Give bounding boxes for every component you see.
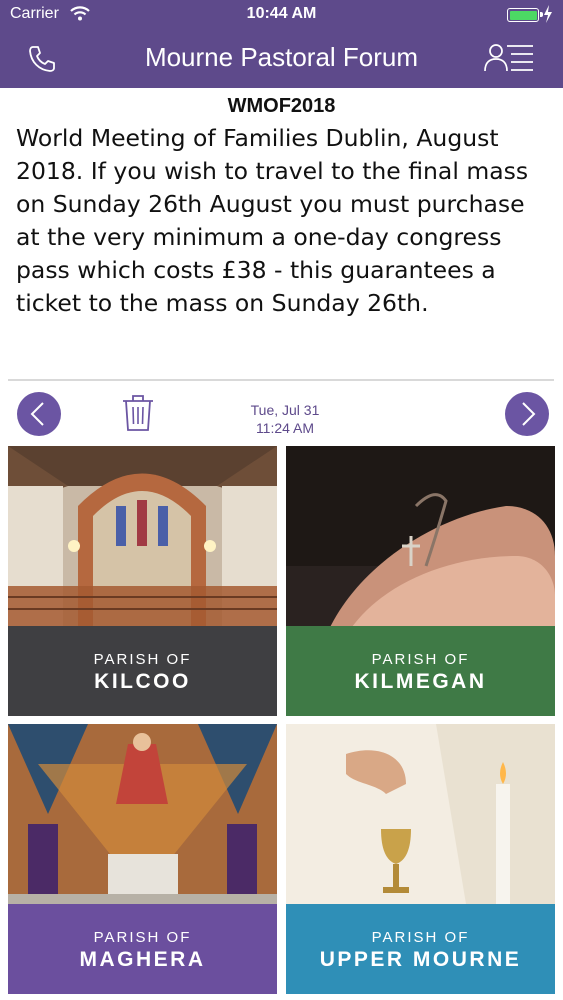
battery-level — [509, 10, 537, 20]
app-title: Mourne Pastoral Forum — [144, 42, 419, 72]
delete-message-button[interactable] — [121, 393, 155, 433]
parish-tile-upper-mourne[interactable]: PARISH OF UPPER MOURNE — [286, 724, 555, 994]
parish-band: PARISH OF KILMEGAN — [286, 626, 555, 716]
parish-name: KILCOO — [94, 670, 191, 693]
status-time: 10:44 AM — [246, 5, 317, 22]
parish-name: UPPER MOURNE — [319, 948, 522, 971]
message-timestamp: Tue, Jul 31 11:24 AM — [200, 401, 370, 437]
next-message-button[interactable] — [505, 392, 549, 436]
chevron-right-icon — [522, 402, 536, 426]
message-date: Tue, Jul 31 — [250, 402, 320, 418]
top-bar: Carrier 10:44 AM Mourne Pastoral Forum — [0, 0, 563, 88]
message-title: WMOF2018 — [227, 95, 336, 117]
parish-band: PARISH OF UPPER MOURNE — [286, 904, 555, 994]
parish-tile-kilmegan[interactable]: PARISH OF KILMEGAN — [286, 446, 555, 716]
parish-prefix: PARISH OF — [371, 929, 470, 946]
parish-prefix: PARISH OF — [93, 651, 192, 668]
nav-bar: Mourne Pastoral Forum — [0, 30, 563, 88]
parish-band: PARISH OF KILCOO — [8, 626, 277, 716]
message-body[interactable]: World Meeting of Families Dublin, August… — [16, 122, 551, 356]
parish-prefix: PARISH OF — [93, 929, 192, 946]
contacts-list-button[interactable] — [483, 41, 535, 75]
parish-name: KILMEGAN — [354, 670, 487, 693]
message-time: 11:24 AM — [255, 420, 315, 436]
contacts-list-icon — [484, 44, 533, 72]
parish-tile-maghera[interactable]: PARISH OF MAGHERA — [8, 724, 277, 994]
parish-band: PARISH OF MAGHERA — [8, 904, 277, 994]
trash-icon — [123, 395, 153, 431]
divider — [8, 379, 554, 381]
previous-message-button[interactable] — [17, 392, 61, 436]
parish-prefix: PARISH OF — [371, 651, 470, 668]
status-bar: Carrier 10:44 AM — [0, 0, 563, 30]
parish-name: MAGHERA — [79, 948, 206, 971]
parish-tile-kilcoo[interactable]: PARISH OF KILCOO — [8, 446, 277, 716]
battery-icon — [507, 8, 543, 22]
charging-icon — [543, 5, 553, 28]
chevron-left-icon — [30, 402, 44, 426]
